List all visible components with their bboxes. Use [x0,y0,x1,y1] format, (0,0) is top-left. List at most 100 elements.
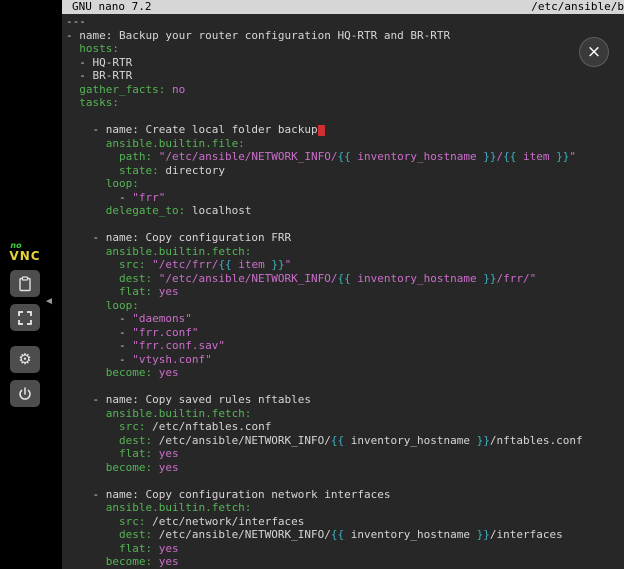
terminal-line [66,218,624,232]
clipboard-icon [17,276,33,292]
terminal-text: hosts: [66,42,119,55]
desktop: no VNC ⚙ [0,0,624,569]
terminal-text: "frr" [132,191,165,204]
terminal-text: state: [66,164,159,177]
terminal-text [152,285,159,298]
terminal-text: yes [159,461,179,474]
terminal-text: {{ [503,150,516,163]
clipboard-button[interactable] [10,270,40,297]
terminal-text: item [516,150,556,163]
terminal-line: flat: yes [66,285,624,299]
terminal-text: directory [159,164,225,177]
terminal-text: /frr/" [496,272,536,285]
terminal-line: - name: Backup your router configuration… [66,29,624,43]
novnc-logo-vnc: VNC [9,250,40,262]
terminal-text [152,366,159,379]
close-button[interactable]: × [579,37,609,67]
terminal-text: ansible.builtin.fetch: [66,501,251,514]
terminal-text [152,542,159,555]
terminal-text: dest: [66,528,152,541]
terminal-text: " [569,150,576,163]
terminal-line: ansible.builtin.file: [66,137,624,151]
fullscreen-button[interactable] [10,304,40,331]
terminal-text: - name: Copy saved rules nftables [66,393,311,406]
terminal-text: }} [477,434,490,447]
terminal-text: delegate_to: [66,204,185,217]
terminal-text [152,555,159,568]
terminal-line [66,380,624,394]
terminal-line: - "frr" [66,191,624,205]
terminal-text: "daemons" [132,312,192,325]
terminal-text: - [66,326,132,339]
terminal-text: {{ [338,272,351,285]
terminal-line: ansible.builtin.fetch: [66,245,624,259]
terminal-text: inventory_hostname [344,434,476,447]
terminal-line: - BR-RTR [66,69,624,83]
terminal-text: /nftables.conf [490,434,583,447]
terminal-text: "/etc/ansible/NETWORK_INFO/ [159,150,338,163]
terminal-text: become: [66,461,152,474]
terminal-line: path: "/etc/ansible/NETWORK_INFO/{{ inve… [66,150,624,164]
terminal-text: src: [66,258,145,271]
settings-button[interactable]: ⚙ [10,346,40,373]
terminal-text: "frr.conf.sav" [132,339,225,352]
terminal-line: tasks: [66,96,624,110]
terminal-text: }} [477,528,490,541]
terminal-text: - name: Backup your router configuration… [66,29,450,42]
terminal-line: ansible.builtin.fetch: [66,501,624,515]
terminal-text: - [66,339,132,352]
terminal-text: --- [66,15,86,28]
terminal-text: - name: Create local folder backup [66,123,318,136]
terminal-text: }} [556,150,569,163]
terminal-text [152,150,159,163]
terminal-line: dest: /etc/ansible/NETWORK_INFO/{{ inven… [66,434,624,448]
nano-titlebar: GNU nano 7.2 /etc/ansible/b [62,0,624,14]
terminal-text: }} [483,272,496,285]
terminal-text: {{ [338,150,351,163]
terminal-line: flat: yes [66,447,624,461]
terminal-text: become: [66,366,152,379]
terminal-text: - [66,353,132,366]
terminal-line: - name: Copy configuration FRR [66,231,624,245]
terminal-line: - "frr.conf" [66,326,624,340]
terminal-line: - "vtysh.conf" [66,353,624,367]
terminal-text: {{ [331,434,344,447]
terminal-line: ansible.builtin.fetch: [66,407,624,421]
terminal-line: become: yes [66,555,624,569]
terminal-text: /etc/ansible/NETWORK_INFO/ [152,434,331,447]
terminal-line: src: /etc/nftables.conf [66,420,624,434]
terminal-text: item [232,258,272,271]
terminal-line: gather_facts: no [66,83,624,97]
nano-version: GNU nano 7.2 [72,0,151,14]
terminal-line [66,474,624,488]
power-icon [17,386,33,402]
terminal-text: {{ [331,528,344,541]
terminal-window[interactable]: GNU nano 7.2 /etc/ansible/b ---- name: B… [62,0,624,569]
terminal-text: " [285,258,292,271]
terminal-text: ansible.builtin.fetch: [66,245,251,258]
terminal-text: path: [66,150,152,163]
terminal-text: no [172,83,185,96]
terminal-text: inventory_hostname [344,528,476,541]
terminal-text: - name: Copy configuration FRR [66,231,291,244]
terminal-line: src: /etc/network/interfaces [66,515,624,529]
vnc-control-panel: no VNC ⚙ [6,242,44,414]
panel-collapse-handle[interactable]: ◄ [44,288,58,314]
power-button[interactable] [10,380,40,407]
novnc-logo: no VNC [9,242,40,262]
terminal-line: hosts: [66,42,624,56]
terminal-text: loop: [66,177,139,190]
terminal-text: yes [159,447,179,460]
terminal-text: tasks: [66,96,119,109]
terminal-text: inventory_hostname [351,272,483,285]
terminal-text: }} [271,258,284,271]
terminal-line: - "frr.conf.sav" [66,339,624,353]
terminal-text: - HQ-RTR [66,56,132,69]
terminal-text: - BR-RTR [66,69,132,82]
terminal-text [152,272,159,285]
terminal-line: loop: [66,299,624,313]
terminal-line: flat: yes [66,542,624,556]
terminal-text: }} [483,150,496,163]
terminal-body: ---- name: Backup your router configurat… [62,14,624,569]
terminal-text: loop: [66,299,139,312]
